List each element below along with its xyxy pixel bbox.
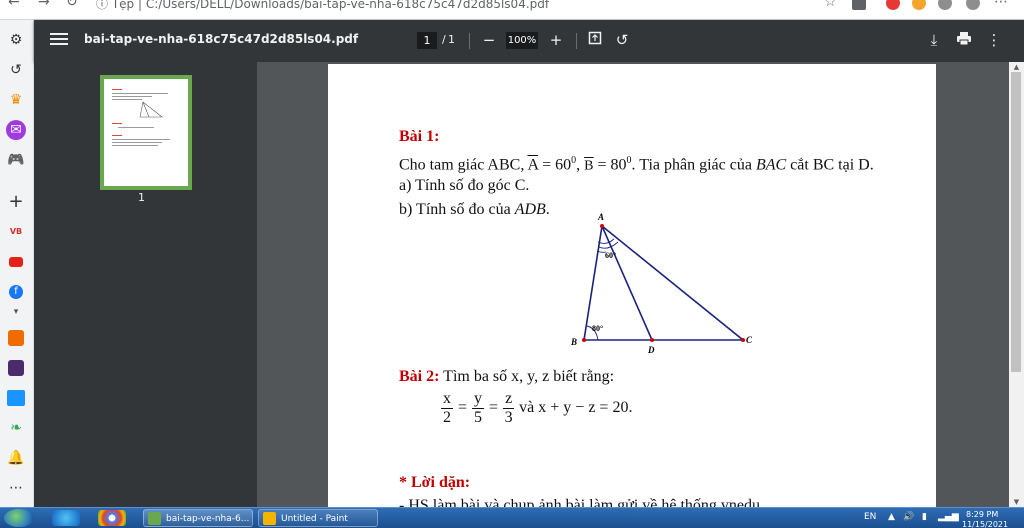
print-icon[interactable] bbox=[954, 30, 974, 50]
pdf-toolbar: bai-tap-ve-nha-618c75c47d2d85ls04.pdf 1 … bbox=[34, 20, 1024, 62]
info-icon: ⓘ bbox=[96, 0, 109, 11]
chrome-icon[interactable] bbox=[98, 510, 126, 526]
signal-icon[interactable]: ▂▄▆ bbox=[938, 512, 959, 522]
thumbnail-page-number: 1 bbox=[138, 191, 145, 204]
windows-taskbar: bai-tap-ve-nha-6... Untitled - Paint EN … bbox=[0, 507, 1024, 528]
page-separator: / bbox=[442, 33, 446, 46]
back-arrow-icon[interactable]: ← bbox=[8, 0, 20, 10]
zoom-out-button[interactable]: − bbox=[479, 30, 499, 50]
volume-icon[interactable]: 🔊 bbox=[903, 512, 914, 522]
bookmark-star-icon[interactable]: ☆ bbox=[824, 0, 837, 10]
angle-a-label: 60° bbox=[605, 251, 616, 260]
bai2-line: Bài 2: Tìm ba số x, y, z biết rằng: bbox=[399, 368, 615, 385]
fraction-x-over-2: x2 bbox=[441, 390, 453, 426]
triangle-figure: A B C D 60° 80° bbox=[570, 212, 753, 354]
history-icon[interactable]: ↺ bbox=[6, 60, 26, 80]
thumbnail-pane: 1 bbox=[34, 62, 257, 507]
reload-icon[interactable]: ↻ bbox=[66, 0, 78, 10]
fraction-y-over-5: y5 bbox=[472, 390, 485, 426]
vertex-b-label: B bbox=[570, 337, 577, 347]
toolbar-divider bbox=[469, 33, 470, 49]
angle-b-symbol: B bbox=[584, 158, 594, 174]
taskbar-task-paint[interactable]: Untitled - Paint bbox=[258, 509, 378, 527]
bai1-title: Bài 1: bbox=[399, 128, 440, 145]
angle-b-label: 80° bbox=[592, 324, 603, 333]
bai2-title: Bài 2: bbox=[399, 368, 440, 385]
forward-arrow-icon[interactable]: → bbox=[38, 0, 50, 10]
clipboard-app-icon[interactable] bbox=[6, 328, 26, 348]
internet-explorer-icon[interactable] bbox=[52, 510, 80, 526]
profile-avatar-icon[interactable] bbox=[966, 0, 980, 10]
more-options-icon[interactable]: ⋯ bbox=[6, 478, 26, 498]
notification-bell-icon[interactable]: 🔔 bbox=[6, 448, 26, 468]
network-icon[interactable]: ▮ bbox=[922, 512, 927, 522]
loidan-title: * Lời dặn: bbox=[399, 474, 471, 491]
language-indicator[interactable]: EN bbox=[864, 512, 876, 522]
url-text: C:/Users/DELL/Downloads/bai-tap-ve-nha-6… bbox=[145, 0, 550, 11]
hamburger-menu-icon[interactable] bbox=[50, 30, 68, 50]
windows-start-button[interactable] bbox=[4, 509, 34, 527]
youtube-icon[interactable] bbox=[6, 252, 26, 272]
bai1-line1: Cho tam giác ABC, A = 600, B = 800. Tia … bbox=[399, 155, 874, 174]
add-sidebar-item-icon[interactable]: + bbox=[6, 192, 26, 212]
facebook-icon[interactable]: f bbox=[6, 282, 26, 302]
tiki-sale-icon[interactable] bbox=[6, 388, 26, 408]
angle-adb-symbol: ADB bbox=[514, 201, 546, 218]
page-thumbnail[interactable] bbox=[100, 75, 192, 190]
bai2-equation: x2 = y5 = z3 và x + y − z = 20. bbox=[441, 390, 633, 426]
game-avatar-icon[interactable] bbox=[6, 358, 26, 378]
crown-icon[interactable]: ♛ bbox=[6, 90, 26, 110]
scroll-thumb[interactable] bbox=[1011, 72, 1021, 372]
rotate-icon[interactable]: ↺ bbox=[612, 30, 632, 50]
browser-menu-icon[interactable]: ⋯ bbox=[994, 0, 1008, 10]
vertex-a-label: A bbox=[597, 212, 604, 222]
fit-to-page-icon[interactable] bbox=[585, 30, 605, 50]
paint-icon bbox=[263, 512, 276, 525]
vertex-c-label: C bbox=[746, 335, 753, 345]
loidan-line: - HS làm bài và chụp ảnh bài làm gửi về … bbox=[399, 497, 761, 507]
download-extension-icon[interactable] bbox=[852, 0, 866, 10]
coccoc-extension-icon[interactable] bbox=[912, 0, 926, 10]
puzzle-extensions-icon[interactable] bbox=[938, 0, 952, 10]
scheme-label: Tệp bbox=[111, 0, 135, 11]
pdf-viewer[interactable]: Bài 1: Cho tam giác ABC, A = 600, B = 80… bbox=[257, 62, 1009, 507]
more-actions-icon[interactable]: ⋮ bbox=[984, 30, 1004, 50]
coccoc-browser-icon bbox=[148, 512, 161, 525]
angle-bac-symbol: BAC bbox=[755, 156, 787, 174]
bai1-question-a: a) Tính số đo góc C. bbox=[399, 177, 530, 194]
settings-gear-icon[interactable]: ⚙ bbox=[6, 30, 26, 50]
gamepad-icon[interactable]: 🎮 bbox=[6, 150, 26, 170]
scroll-up-arrow-icon[interactable]: ▲ bbox=[1009, 62, 1024, 72]
pdf-page: Bài 1: Cho tam giác ABC, A = 600, B = 80… bbox=[328, 64, 936, 507]
download-icon[interactable]: ⤓ bbox=[924, 30, 944, 50]
adblock-extension-icon[interactable] bbox=[886, 0, 900, 10]
toolbar-divider bbox=[576, 33, 577, 49]
clock-time[interactable]: 8:29 PM bbox=[966, 510, 998, 519]
leaf-app-icon[interactable]: ❧ bbox=[6, 418, 26, 438]
vb-app-icon[interactable]: VB bbox=[6, 222, 26, 242]
scroll-down-arrow-icon[interactable]: ▼ bbox=[1009, 497, 1024, 507]
pdf-file-name: bai-tap-ve-nha-618c75c47d2d85ls04.pdf bbox=[84, 32, 359, 46]
address-url[interactable]: ⓘ Tệp | C:/Users/DELL/Downloads/bai-tap-… bbox=[96, 0, 549, 12]
bai1-question-b: b) Tính số đo của ADB. bbox=[399, 201, 550, 218]
angle-a-symbol: A bbox=[527, 156, 539, 174]
vertex-d-label: D bbox=[647, 345, 655, 354]
taskbar-task-pdf[interactable]: bai-tap-ve-nha-6... bbox=[143, 509, 253, 527]
current-page-input[interactable]: 1 bbox=[417, 32, 437, 49]
messenger-icon[interactable]: ✉ bbox=[6, 120, 26, 140]
zoom-level-input[interactable]: 100% bbox=[506, 32, 538, 49]
tray-expand-icon[interactable]: ▲ bbox=[888, 512, 895, 522]
fraction-z-over-3: z3 bbox=[503, 390, 515, 426]
vertical-scrollbar[interactable]: ▲ ▼ bbox=[1009, 62, 1024, 507]
total-pages: 1 bbox=[448, 33, 455, 46]
collapse-arrow-icon[interactable]: ▾ bbox=[6, 302, 26, 322]
browser-address-bar: ← → ↻ ⓘ Tệp | C:/Users/DELL/Downloads/ba… bbox=[0, 0, 1024, 20]
zoom-in-button[interactable]: + bbox=[546, 30, 566, 50]
browser-sidebar: ⚙ ↺ ♛ ✉ 🎮 + VB f ▾ ❧ 🔔 ⋯ bbox=[0, 20, 34, 507]
